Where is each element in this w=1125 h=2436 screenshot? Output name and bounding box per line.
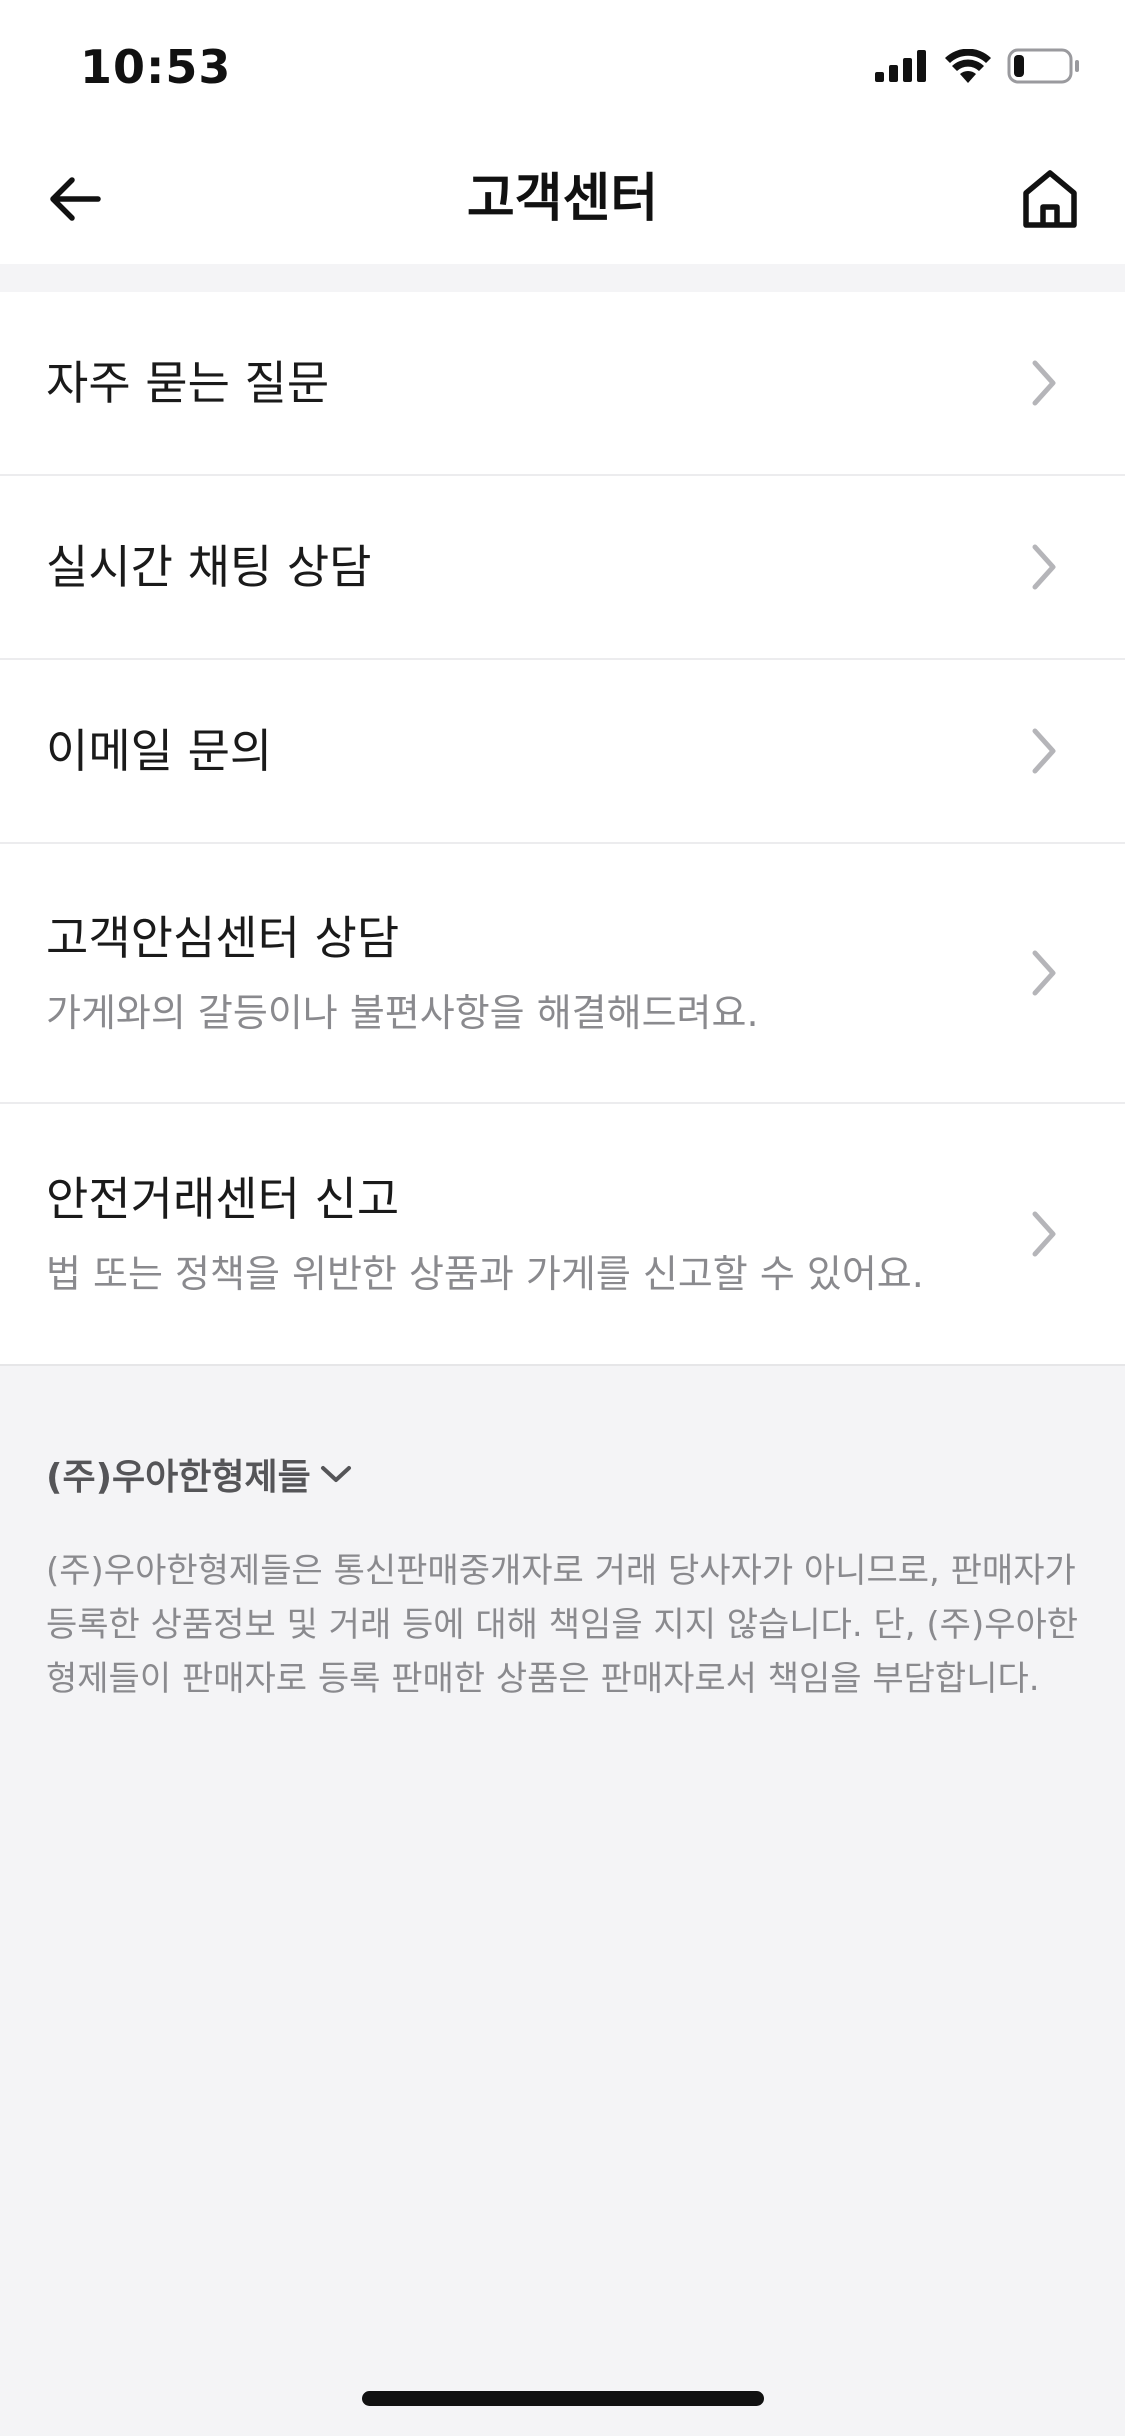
cellular-signal-icon [875,50,929,86]
chevron-right-icon [1032,360,1056,406]
chevron-right-icon [1032,1211,1056,1257]
home-indicator[interactable] [362,2391,764,2406]
company-name: (주)우아한형제들 [46,1457,311,1498]
status-time: 10:53 [80,40,232,94]
footer: (주)우아한형제들 (주)우아한형제들은 통신판매중개자로 거래 당사자가 아니… [0,1366,1125,1706]
top-area: 10:53 고객센터 [0,0,1125,264]
chevron-down-icon [320,1466,351,1482]
page-title: 고객센터 [466,169,659,229]
menu-item-label: 실시간 채팅 상담 [46,540,372,594]
menu-list: 자주 묻는 질문 실시간 채팅 상담 이메일 문의 고객안심센터 상담 가게와의… [0,292,1125,1366]
section-divider [0,264,1125,292]
home-icon [1023,170,1077,228]
battery-icon [1007,48,1081,88]
status-bar: 10:53 [0,0,1125,134]
wifi-icon [945,48,991,87]
menu-item-description: 가게와의 갈등이나 불편사항을 해결해드려요. [46,991,759,1035]
menu-item-faq[interactable]: 자주 묻는 질문 [0,292,1125,476]
menu-item-label: 고객안심센터 상담 [46,911,400,965]
menu-item-label: 안전거래센터 신고 [46,1172,400,1226]
menu-item-label: 자주 묻는 질문 [46,356,330,410]
chevron-right-icon [1032,728,1056,774]
nav-bar: 고객센터 [0,134,1125,264]
chevron-right-icon [1032,544,1056,590]
status-icons [875,48,1081,88]
menu-item-description: 법 또는 정책을 위반한 상품과 가게를 신고할 수 있어요. [46,1252,924,1296]
home-button[interactable] [1015,164,1085,234]
menu-item-email-inquiry[interactable]: 이메일 문의 [0,660,1125,844]
chevron-right-icon [1032,950,1056,996]
footer-disclaimer: (주)우아한형제들은 통신판매중개자로 거래 당사자가 아니므로, 판매자가 등… [46,1551,1079,1699]
menu-item-customer-safety-center[interactable]: 고객안심센터 상담 가게와의 갈등이나 불편사항을 해결해드려요. [0,844,1125,1104]
menu-item-label: 이메일 문의 [46,724,273,778]
menu-item-safe-trade-report[interactable]: 안전거래센터 신고 법 또는 정책을 위반한 상품과 가게를 신고할 수 있어요… [0,1104,1125,1364]
menu-item-live-chat[interactable]: 실시간 채팅 상담 [0,476,1125,660]
company-info-toggle[interactable]: (주)우아한형제들 [46,1446,1079,1502]
